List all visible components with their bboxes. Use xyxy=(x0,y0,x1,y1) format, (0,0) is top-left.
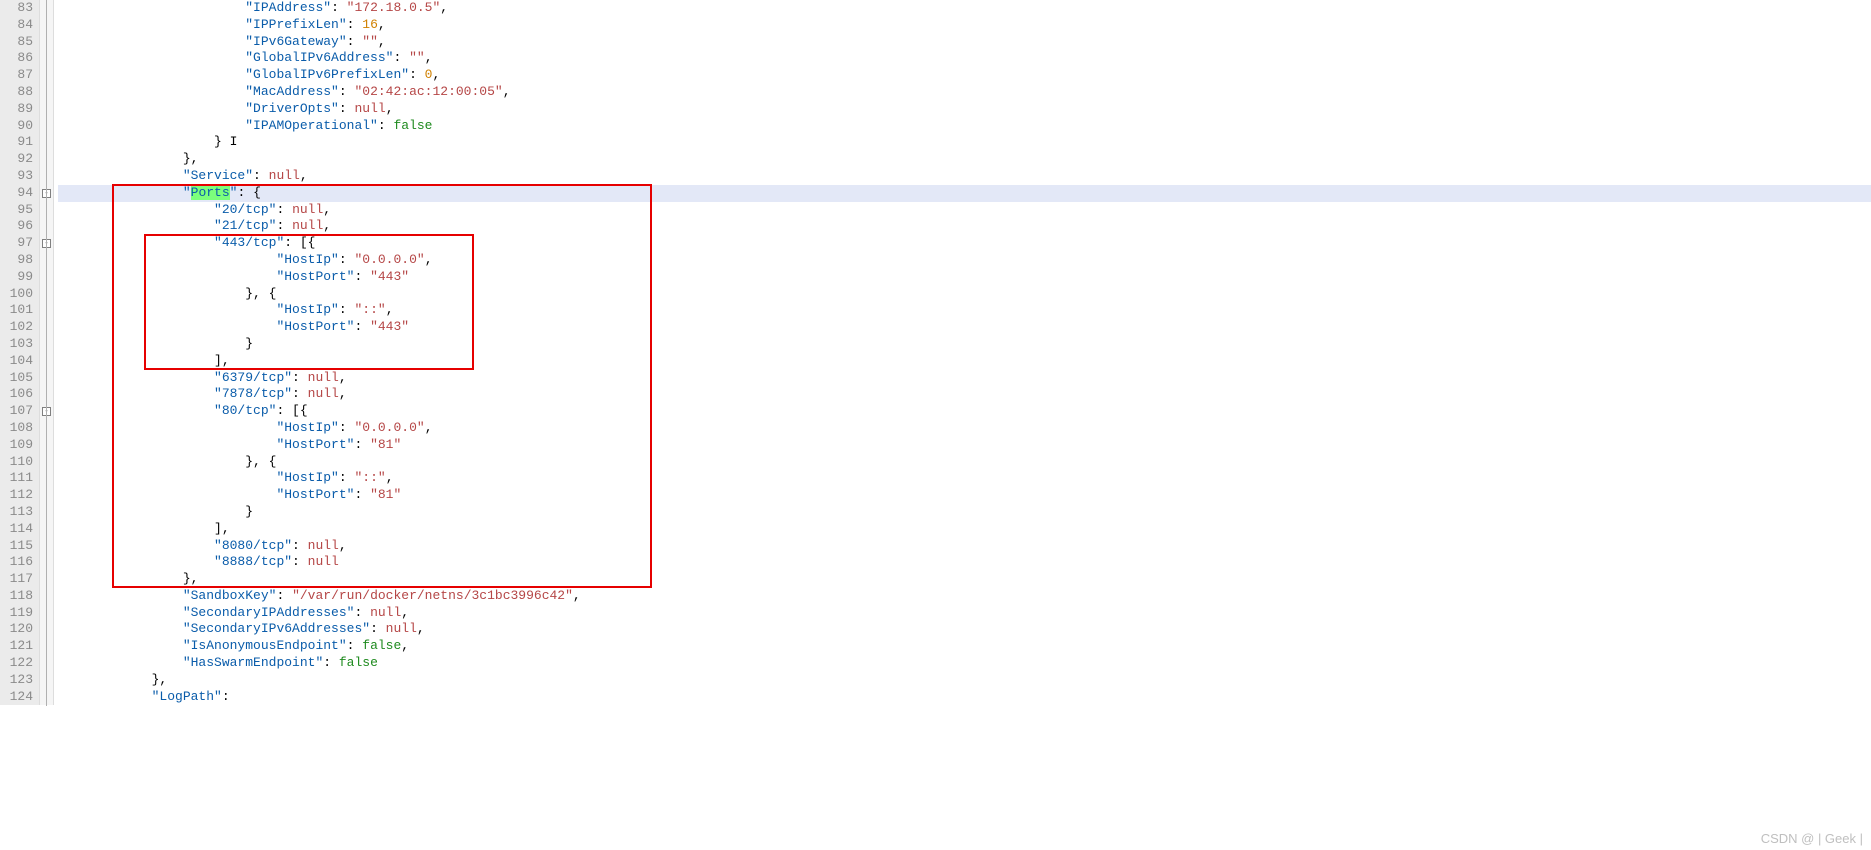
line-number: 98 xyxy=(4,252,33,269)
code-line[interactable]: "7878/tcp": null, xyxy=(58,386,1871,403)
code-line[interactable]: "MacAddress": "02:42:ac:12:00:05", xyxy=(58,84,1871,101)
line-number: 111 xyxy=(4,470,33,487)
line-number: 119 xyxy=(4,605,33,622)
line-number: 104 xyxy=(4,353,33,370)
code-line[interactable]: }, { xyxy=(58,454,1871,471)
code-line[interactable]: ], xyxy=(58,521,1871,538)
code-line[interactable]: "80/tcp": [{ xyxy=(58,403,1871,420)
code-line[interactable]: "GlobalIPv6PrefixLen": 0, xyxy=(58,67,1871,84)
line-number: 110 xyxy=(4,454,33,471)
line-number: 108 xyxy=(4,420,33,437)
line-number: 116 xyxy=(4,554,33,571)
code-line[interactable]: }, { xyxy=(58,286,1871,303)
line-number: 84 xyxy=(4,17,33,34)
code-line[interactable]: "IPAddress": "172.18.0.5", xyxy=(58,0,1871,17)
code-line[interactable]: "20/tcp": null, xyxy=(58,202,1871,219)
code-line[interactable]: "GlobalIPv6Address": "", xyxy=(58,50,1871,67)
line-number: 87 xyxy=(4,67,33,84)
code-line[interactable]: "Ports": { xyxy=(58,185,1871,202)
line-number: 88 xyxy=(4,84,33,101)
line-number: 121 xyxy=(4,638,33,655)
line-number: 113 xyxy=(4,504,33,521)
fold-gutter[interactable]: --- xyxy=(40,0,54,705)
watermark: CSDN @ | Geek | xyxy=(1761,831,1863,846)
code-line[interactable]: "SandboxKey": "/var/run/docker/netns/3c1… xyxy=(58,588,1871,605)
code-line[interactable]: "IsAnonymousEndpoint": false, xyxy=(58,638,1871,655)
line-number: 109 xyxy=(4,437,33,454)
code-line[interactable]: "21/tcp": null, xyxy=(58,218,1871,235)
line-number: 85 xyxy=(4,34,33,51)
line-number: 95 xyxy=(4,202,33,219)
line-number: 112 xyxy=(4,487,33,504)
line-number: 101 xyxy=(4,302,33,319)
code-line[interactable]: "DriverOpts": null, xyxy=(58,101,1871,118)
line-number: 96 xyxy=(4,218,33,235)
code-line[interactable]: "HostIp": "0.0.0.0", xyxy=(58,420,1871,437)
line-number: 93 xyxy=(4,168,33,185)
line-number: 124 xyxy=(4,689,33,706)
code-line[interactable]: ], xyxy=(58,353,1871,370)
line-number: 102 xyxy=(4,319,33,336)
line-number: 105 xyxy=(4,370,33,387)
code-line[interactable]: }, xyxy=(58,571,1871,588)
code-editor[interactable]: 8384858687888990919293949596979899100101… xyxy=(0,0,1871,705)
code-line[interactable]: } xyxy=(58,504,1871,521)
line-number: 89 xyxy=(4,101,33,118)
code-line[interactable]: } xyxy=(58,336,1871,353)
code-line[interactable]: "SecondaryIPv6Addresses": null, xyxy=(58,621,1871,638)
line-number: 103 xyxy=(4,336,33,353)
code-line[interactable]: }, xyxy=(58,672,1871,689)
code-line[interactable]: "IPPrefixLen": 16, xyxy=(58,17,1871,34)
code-line[interactable]: "HostPort": "443" xyxy=(58,319,1871,336)
code-line[interactable]: "HostIp": "::", xyxy=(58,302,1871,319)
line-number: 114 xyxy=(4,521,33,538)
code-content[interactable]: "IPAddress": "172.18.0.5", "IPPrefixLen"… xyxy=(54,0,1871,705)
code-line[interactable]: "LogPath": xyxy=(58,689,1871,706)
line-number: 86 xyxy=(4,50,33,67)
code-line[interactable]: "IPAMOperational": false xyxy=(58,118,1871,135)
line-number: 90 xyxy=(4,118,33,135)
line-number: 83 xyxy=(4,0,33,17)
line-number: 99 xyxy=(4,269,33,286)
code-line[interactable]: "6379/tcp": null, xyxy=(58,370,1871,387)
code-line[interactable]: "HostPort": "443" xyxy=(58,269,1871,286)
code-line[interactable]: "8888/tcp": null xyxy=(58,554,1871,571)
line-number: 118 xyxy=(4,588,33,605)
line-number: 115 xyxy=(4,538,33,555)
code-line[interactable]: "HostPort": "81" xyxy=(58,487,1871,504)
code-line[interactable]: "8080/tcp": null, xyxy=(58,538,1871,555)
code-line[interactable]: } I xyxy=(58,134,1871,151)
line-number: 122 xyxy=(4,655,33,672)
code-line[interactable]: "443/tcp": [{ xyxy=(58,235,1871,252)
code-line[interactable]: "HasSwarmEndpoint": false xyxy=(58,655,1871,672)
code-line[interactable]: "HostIp": "0.0.0.0", xyxy=(58,252,1871,269)
line-number: 123 xyxy=(4,672,33,689)
line-number: 107 xyxy=(4,403,33,420)
text-cursor: I xyxy=(230,134,231,149)
search-highlight: Ports xyxy=(191,185,230,200)
code-line[interactable]: }, xyxy=(58,151,1871,168)
line-number: 91 xyxy=(4,134,33,151)
code-line[interactable]: "HostPort": "81" xyxy=(58,437,1871,454)
line-number: 97 xyxy=(4,235,33,252)
code-line[interactable]: "SecondaryIPAddresses": null, xyxy=(58,605,1871,622)
line-number-gutter: 8384858687888990919293949596979899100101… xyxy=(0,0,40,705)
line-number: 94 xyxy=(4,185,33,202)
code-line[interactable]: "HostIp": "::", xyxy=(58,470,1871,487)
line-number: 106 xyxy=(4,386,33,403)
line-number: 92 xyxy=(4,151,33,168)
line-number: 100 xyxy=(4,286,33,303)
code-line[interactable]: "IPv6Gateway": "", xyxy=(58,34,1871,51)
line-number: 117 xyxy=(4,571,33,588)
code-line[interactable]: "Service": null, xyxy=(58,168,1871,185)
line-number: 120 xyxy=(4,621,33,638)
